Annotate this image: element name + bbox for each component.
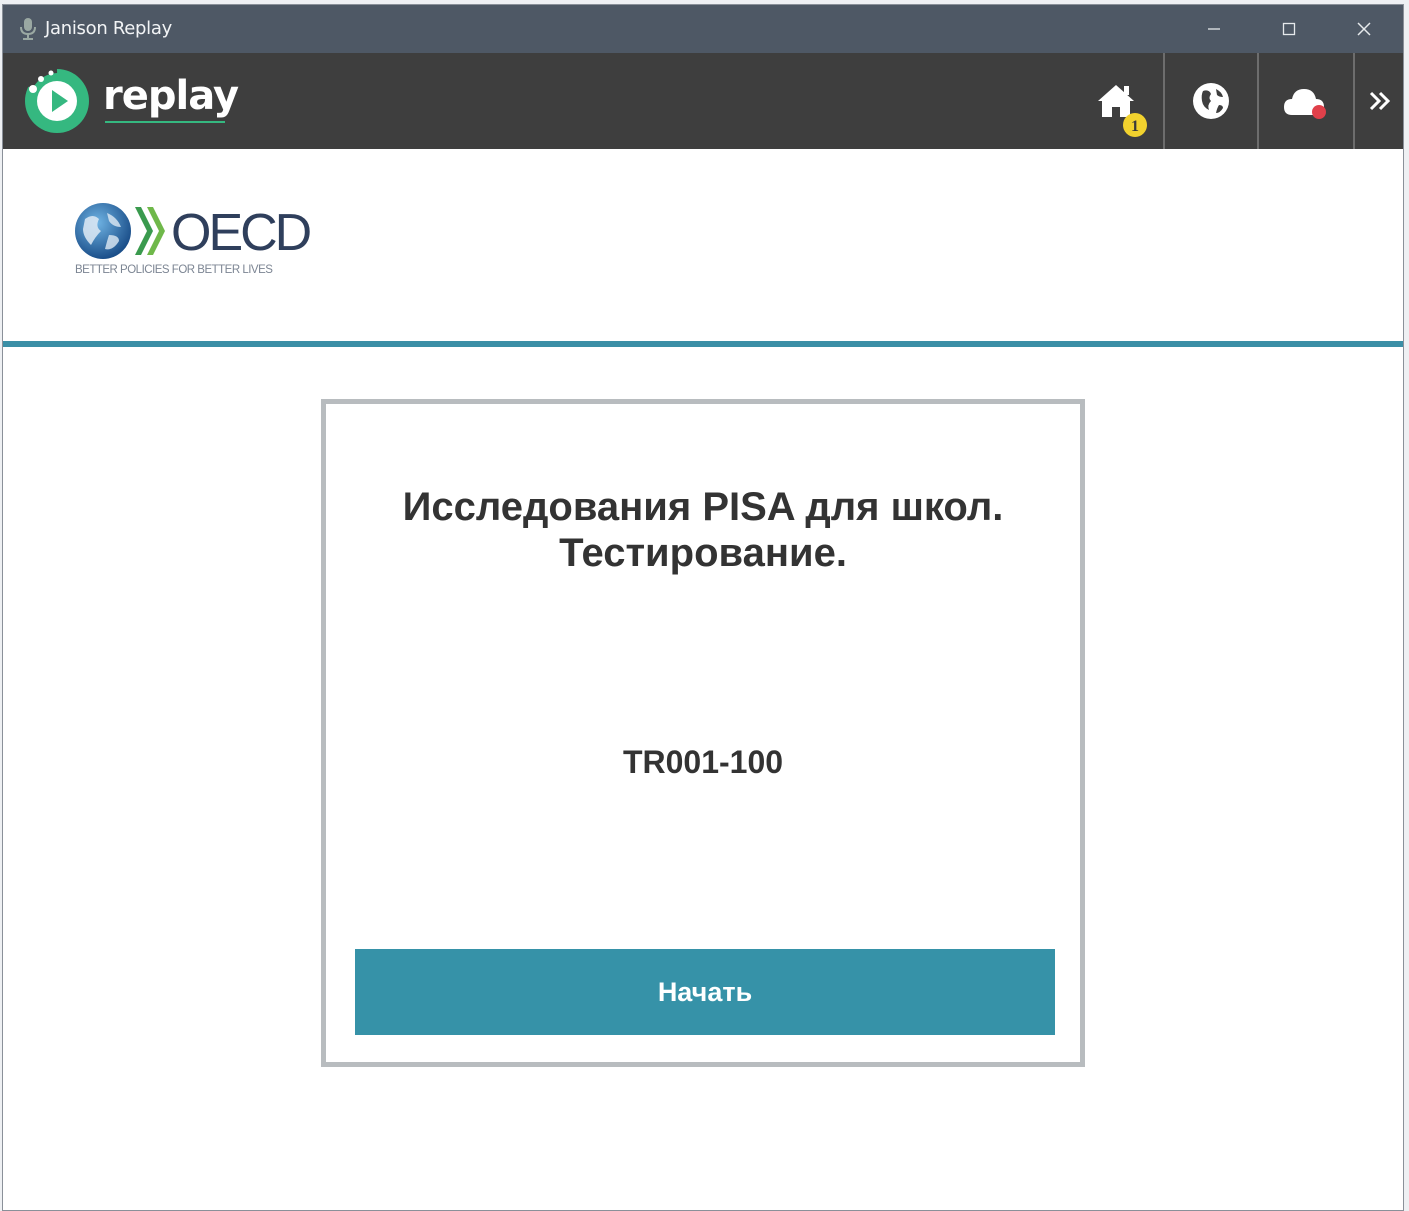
session-code: TR001-100: [622, 744, 784, 780]
test-start-card: Исследования PISA для школ. Тестирование…: [321, 399, 1085, 1067]
cloud-sync-button[interactable]: [1259, 53, 1353, 149]
globe-button[interactable]: [1165, 53, 1257, 149]
minimize-icon: [1208, 28, 1220, 30]
card-title-line1: Исследования PISA для школ.: [402, 485, 1004, 529]
app-window: Janison Replay replay 1 OECD BETTER POLI…: [2, 4, 1404, 1211]
globe-icon: [1193, 83, 1229, 119]
app-header: replay 1: [3, 53, 1403, 149]
title-bar: Janison Replay: [3, 5, 1403, 53]
oecd-wordmark: OECD: [171, 204, 312, 262]
maximize-button[interactable]: [1252, 5, 1326, 53]
svg-text:1: 1: [1131, 118, 1139, 135]
home-button[interactable]: 1: [1069, 53, 1163, 149]
notification-badge: 1: [1123, 113, 1147, 137]
maximize-icon: [1282, 22, 1296, 36]
header-divider: [3, 341, 1403, 347]
brand-name: replay: [103, 73, 239, 119]
replay-logo-icon: [25, 65, 89, 133]
oecd-chevrons-icon: [135, 207, 165, 255]
window-title: Janison Replay: [45, 18, 172, 39]
cloud-icon: [1284, 89, 1326, 119]
close-icon: [1357, 22, 1371, 36]
minimize-button[interactable]: [1177, 5, 1251, 53]
close-button[interactable]: [1327, 5, 1401, 53]
start-button[interactable]: Начать: [355, 949, 1055, 1035]
oecd-tagline: BETTER POLICIES FOR BETTER LIVES: [75, 264, 273, 276]
oecd-logo: OECD BETTER POLICIES FOR BETTER LIVES: [73, 201, 333, 281]
card-title: Исследования PISA для школ. Тестирование…: [326, 484, 1080, 576]
double-chevron-right-icon: [1369, 91, 1391, 111]
brand-underline: [105, 121, 225, 123]
expand-menu-button[interactable]: [1355, 53, 1403, 149]
oecd-globe-icon: [75, 203, 131, 259]
card-title-line2: Тестирование.: [559, 531, 847, 575]
microphone-app-icon: [20, 18, 36, 40]
